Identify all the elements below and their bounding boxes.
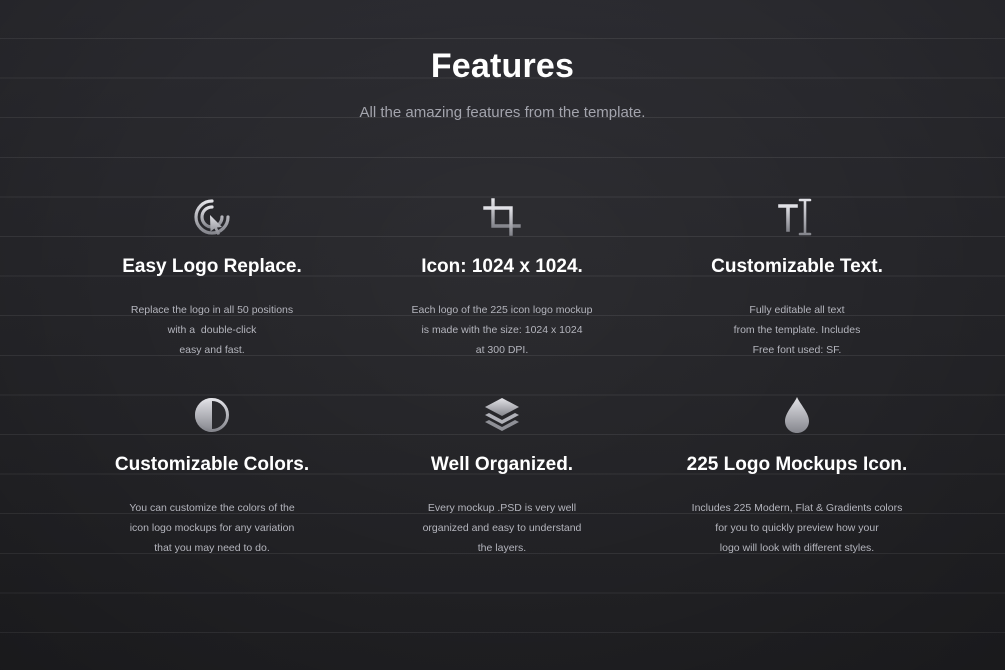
layers-icon xyxy=(485,398,519,431)
feature-logo-mockups: 225 Logo Mockups Icon. Includes 225 Mode… xyxy=(647,395,947,558)
feature-description-line: Replace the logo in all 50 positions xyxy=(130,304,294,316)
text-cursor-icon xyxy=(778,198,812,236)
feature-customizable-colors: Customizable Colors. You can customize t… xyxy=(62,395,362,558)
page-subtitle: All the amazing features from the templa… xyxy=(359,104,646,121)
feature-description-line: easy and fast. xyxy=(179,344,245,356)
feature-description: Every mockup .PSD is very well organized… xyxy=(352,498,652,558)
feature-description: Fully editable all text from the templat… xyxy=(647,300,947,360)
feature-description: Each logo of the 225 icon logo mockup is… xyxy=(352,300,652,360)
feature-description-line: Each logo of the 225 icon logo mockup xyxy=(411,304,593,316)
feature-description-line: organized and easy to understand xyxy=(422,522,582,534)
feature-title: Customizable Colors. xyxy=(114,454,310,475)
page-title: Features xyxy=(430,47,575,85)
feature-description-line: from the template. Includes xyxy=(733,324,861,336)
feature-description-line: for you to quickly preview how your xyxy=(715,522,879,534)
feature-customizable-text: Customizable Text. Fully editable all te… xyxy=(647,197,947,360)
feature-description-line: that you may need to do. xyxy=(154,542,270,554)
feature-title: Icon: 1024 x 1024. xyxy=(421,256,583,277)
feature-description-line: Includes 225 Modern, Flat & Gradients co… xyxy=(691,502,903,514)
feature-title: 225 Logo Mockups Icon. xyxy=(686,454,908,475)
feature-description-line: You can customize the colors of the xyxy=(129,502,295,514)
feature-description-line: Every mockup .PSD is very well xyxy=(427,502,577,514)
cursor-click-icon xyxy=(194,199,230,235)
feature-description: Includes 225 Modern, Flat & Gradients co… xyxy=(647,498,947,558)
half-circle-contrast-icon xyxy=(195,398,229,432)
feature-description-line: Free font used: SF. xyxy=(752,344,842,356)
feature-icon-size: Icon: 1024 x 1024. Each logo of the 225 … xyxy=(352,197,652,360)
feature-title: Customizable Text. xyxy=(711,256,883,277)
feature-description: You can customize the colors of the icon… xyxy=(62,498,362,558)
feature-description-line: logo will look with different styles. xyxy=(719,542,875,554)
feature-description-line: Fully editable all text xyxy=(749,304,845,316)
feature-description-line: at 300 DPI. xyxy=(475,344,529,356)
feature-description: Replace the logo in all 50 positions wit… xyxy=(62,300,362,360)
feature-well-organized: Well Organized. Every mockup .PSD is ver… xyxy=(352,395,652,558)
feature-title: Easy Logo Replace. xyxy=(122,256,302,277)
feature-description-line: with a double-click xyxy=(167,324,257,336)
feature-easy-logo-replace: Easy Logo Replace. Replace the logo in a… xyxy=(62,197,362,360)
feature-description-line: is made with the size: 1024 x 1024 xyxy=(421,324,583,336)
feature-title: Well Organized. xyxy=(430,454,574,475)
crop-icon xyxy=(483,198,521,236)
feature-description-line: the layers. xyxy=(477,542,527,554)
droplet-icon xyxy=(785,397,809,433)
feature-description-line: icon logo mockups for any variation xyxy=(129,522,295,534)
